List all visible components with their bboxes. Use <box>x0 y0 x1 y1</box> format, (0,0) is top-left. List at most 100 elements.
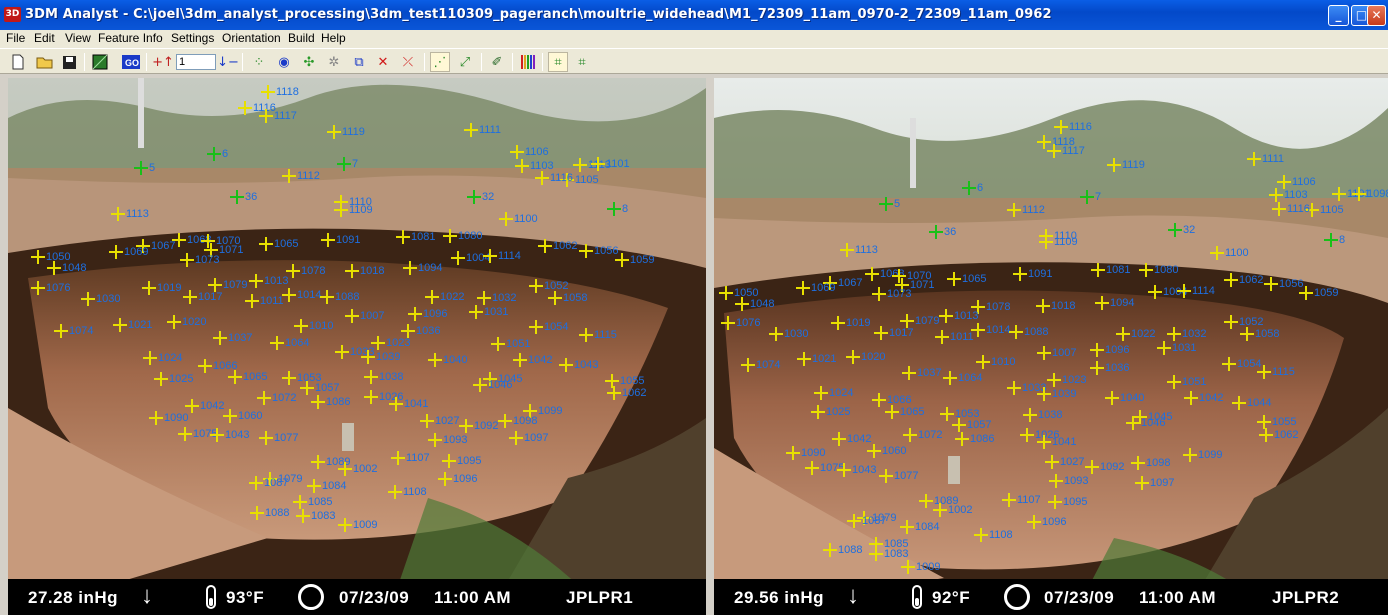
frame-b-icon[interactable]: ⌗ <box>572 52 592 72</box>
point-id-label: 1010 <box>991 356 1016 368</box>
tool-icon[interactable]: ✐ <box>487 52 507 72</box>
crosshair-icon <box>401 324 415 338</box>
menu-edit[interactable]: Edit <box>34 31 55 45</box>
crosshair-icon <box>443 229 457 243</box>
crosshair-icon <box>498 414 512 428</box>
minimize-button[interactable]: _ <box>1328 5 1349 26</box>
save-icon[interactable] <box>59 52 79 72</box>
menu-orientation[interactable]: Orientation <box>222 31 281 45</box>
crosshair-icon <box>31 281 45 295</box>
circle-points-icon[interactable]: ✲ <box>324 52 344 72</box>
menu-file[interactable]: File <box>6 31 25 45</box>
crosshair-icon <box>282 371 296 385</box>
select-mode-icon[interactable]: ⋰ <box>430 52 450 72</box>
point-id-label: 1062 <box>622 387 647 399</box>
move-points-icon[interactable]: ✣ <box>299 52 319 72</box>
crosshair-icon <box>250 506 264 520</box>
frame-a-icon[interactable]: ⌗ <box>548 52 568 72</box>
menu-feature-info[interactable]: Feature Info <box>98 31 163 45</box>
point-id-label: 1064 <box>285 337 310 349</box>
crosshair-icon <box>1047 144 1061 158</box>
point-id-label: 1044 <box>1247 397 1272 409</box>
point-id-label: 8 <box>622 203 629 215</box>
right-image-pane[interactable]: 1116111811171119111167511061103110110981… <box>714 78 1388 615</box>
point-id-label: 1021 <box>128 319 153 331</box>
menu-settings[interactable]: Settings <box>171 31 214 45</box>
crosshair-icon <box>1168 223 1182 237</box>
target-icon[interactable]: ◉ <box>274 52 294 72</box>
crosshair-icon <box>901 560 915 574</box>
point-id-label: 1088 <box>335 291 360 303</box>
image-icon[interactable] <box>90 52 110 72</box>
point-id-label: 1043 <box>225 429 250 441</box>
crosshair-icon <box>420 414 434 428</box>
delete-all-icon[interactable]: ⤫ <box>398 52 418 72</box>
crosshair-icon <box>134 161 148 175</box>
point-id-label: 1055 <box>1272 416 1297 428</box>
color-bars-icon[interactable] <box>518 52 538 72</box>
crosshair-icon <box>741 358 755 372</box>
open-folder-icon[interactable] <box>35 52 55 72</box>
crosshair-icon <box>296 509 310 523</box>
crosshair-icon <box>962 181 976 195</box>
crosshair-icon <box>464 123 478 137</box>
crosshair-icon <box>607 386 621 400</box>
crosshair-icon <box>872 393 886 407</box>
crosshair-icon <box>391 451 405 465</box>
crosshair-icon <box>1240 327 1254 341</box>
menu-help[interactable]: Help <box>321 31 346 45</box>
delete-point-icon[interactable]: ✕ <box>373 52 393 72</box>
point-id-label: 1119 <box>1122 159 1145 171</box>
crosshair-icon <box>1045 455 1059 469</box>
right-markers: 1116111811171119111167511061103110110981… <box>714 78 1388 615</box>
point-id-label: 1106 <box>1292 176 1316 188</box>
left-image-pane[interactable]: 1118 1116 1117 1119 1111 6 5 7 1106 1103 1113 1101 1… <box>8 78 706 615</box>
crosshair-icon <box>180 253 194 267</box>
point-id-label: 1099 <box>538 405 563 417</box>
toolbar: GO +↑ 1 ↓− ⁘ ◉ ✣ ✲ ⧉ ✕ ⤫ ⋰ ⤢ ✐ ⌗ ⌗ <box>0 48 1388 74</box>
point-id-label: 1114 <box>498 250 521 262</box>
crosshair-icon <box>559 358 573 372</box>
crosshair-icon <box>1184 391 1198 405</box>
title-bar[interactable]: 3D 3DM Analyst - C:\joel\3dm_analyst_pro… <box>0 0 1388 30</box>
crosshair-icon <box>865 267 879 281</box>
crosshair-icon <box>510 145 524 159</box>
point-id-label: 1097 <box>524 432 549 444</box>
point-id-label: 1117 <box>1062 145 1085 157</box>
point-id-label: 1018 <box>1051 300 1076 312</box>
points-icon[interactable]: ⁘ <box>249 52 269 72</box>
point-id-label: 1074 <box>69 325 94 337</box>
crosshair-icon <box>172 233 186 247</box>
camera-id: JPLPR1 <box>566 588 634 607</box>
menu-view[interactable]: View <box>65 31 91 45</box>
crosshair-icon <box>1047 373 1061 387</box>
crosshair-icon <box>1107 158 1121 172</box>
frame-icon[interactable]: ⧉ <box>349 52 369 72</box>
point-id-label: 1086 <box>326 396 351 408</box>
crosshair-icon <box>467 190 481 204</box>
crosshair-icon <box>31 250 45 264</box>
crosshair-icon <box>245 294 259 308</box>
crosshair-icon <box>47 261 61 275</box>
crosshair-icon <box>327 125 341 139</box>
crosshair-icon <box>282 288 296 302</box>
crosshair-icon <box>307 479 321 493</box>
crosshair-icon <box>1054 120 1068 134</box>
point-id-label: 1083 <box>311 510 336 522</box>
crosshair-icon <box>1299 286 1313 300</box>
crosshair-icon <box>902 366 916 380</box>
crosshair-icon <box>1105 391 1119 405</box>
line-mode-icon[interactable]: ⤢ <box>455 52 475 72</box>
pressure-readout: 27.28 inHg <box>28 588 119 607</box>
crosshair-icon <box>396 230 410 244</box>
zoom-up-icon[interactable]: +↑ <box>152 52 174 72</box>
menu-build[interactable]: Build <box>288 31 315 45</box>
go-icon[interactable]: GO <box>121 52 141 72</box>
new-file-icon[interactable] <box>8 52 28 72</box>
crosshair-icon <box>535 171 549 185</box>
point-id-label: 8 <box>1339 234 1346 246</box>
svg-text:GO: GO <box>125 58 139 68</box>
zoom-level-input[interactable]: 1 <box>176 54 216 70</box>
zoom-down-icon[interactable]: ↓− <box>217 52 239 72</box>
close-button[interactable]: ✕ <box>1367 5 1386 26</box>
